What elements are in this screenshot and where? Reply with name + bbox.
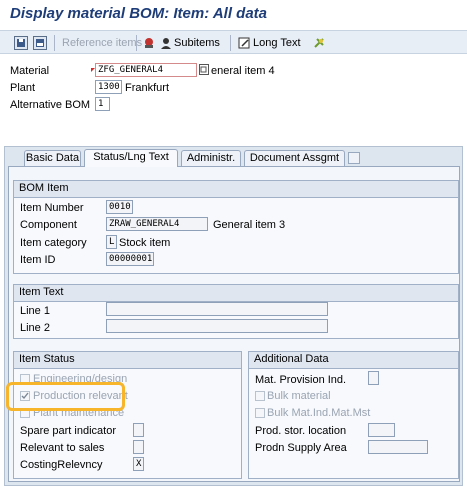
tab-administration[interactable]: Administr. bbox=[181, 150, 241, 166]
long-text-button[interactable]: Long Text bbox=[253, 37, 301, 49]
line1-label: Line 1 bbox=[20, 305, 50, 317]
subitems-icon[interactable] bbox=[160, 37, 172, 52]
bulk-material-label: Bulk material bbox=[267, 390, 331, 402]
material-label: Material bbox=[10, 65, 50, 77]
prodn-supply-area-label: Prodn Supply Area bbox=[255, 442, 347, 454]
plant-input[interactable]: 1300 bbox=[95, 80, 122, 94]
relevant-to-sales-label: Relevant to sales bbox=[20, 442, 105, 454]
relevant-to-sales-input[interactable] bbox=[133, 440, 144, 454]
costing-relevancy-label: CostingRelevncy bbox=[20, 459, 103, 471]
item-number-input[interactable]: 0010 bbox=[106, 200, 133, 214]
item-status-heading: Item Status bbox=[14, 352, 241, 369]
alternative-bom-input[interactable]: 1 bbox=[95, 97, 110, 111]
item-text-heading: Item Text bbox=[14, 285, 458, 302]
prodn-supply-area-input[interactable] bbox=[368, 440, 428, 454]
component-description: General item 3 bbox=[213, 219, 286, 231]
item-number-label: Item Number bbox=[20, 202, 84, 214]
line2-input[interactable] bbox=[106, 319, 328, 333]
reference-items-button[interactable]: Reference items bbox=[62, 37, 142, 49]
prod-storage-location-input[interactable] bbox=[368, 423, 395, 437]
tab-document-assignment[interactable]: Document Assgmt bbox=[244, 150, 345, 166]
mat-provision-input[interactable] bbox=[368, 371, 379, 385]
component-label: Component bbox=[20, 219, 77, 231]
settings-icon[interactable] bbox=[312, 36, 326, 53]
other-bom-icon[interactable] bbox=[33, 36, 47, 50]
item-category-label: Item category bbox=[20, 237, 87, 249]
highlight-box bbox=[6, 382, 125, 411]
subitems-button[interactable]: Subitems bbox=[174, 37, 220, 49]
alternative-bom-label: Alternative BOM bbox=[10, 99, 91, 111]
bom-icon[interactable] bbox=[142, 37, 156, 52]
mat-provision-label: Mat. Provision Ind. bbox=[255, 374, 347, 386]
bulk-mat-ind-checkbox[interactable] bbox=[255, 408, 265, 418]
plant-label: Plant bbox=[10, 82, 36, 94]
title-bar: Display material BOM: Item: All data bbox=[0, 0, 467, 30]
material-description: eneral item 4 bbox=[211, 65, 275, 77]
line2-label: Line 2 bbox=[20, 322, 50, 334]
plant-description: Frankfurt bbox=[125, 82, 170, 94]
tab-list-icon[interactable] bbox=[348, 152, 360, 167]
tab-status-long-text[interactable]: Status/Lng Text bbox=[84, 149, 178, 167]
material-input[interactable]: ZFG_GENERAL4 bbox=[95, 63, 197, 77]
line1-input[interactable] bbox=[106, 302, 328, 316]
matchcode-icon[interactable] bbox=[199, 64, 209, 78]
spare-part-label: Spare part indicator bbox=[20, 425, 116, 437]
save-icon[interactable] bbox=[14, 36, 28, 50]
tab-basic-data[interactable]: Basic Data bbox=[24, 150, 81, 166]
long-text-icon[interactable] bbox=[238, 37, 251, 52]
additional-data-heading: Additional Data bbox=[249, 352, 458, 369]
item-category-input[interactable]: L bbox=[106, 235, 117, 249]
page-title: Display material BOM: Item: All data bbox=[10, 5, 268, 22]
item-id-label: Item ID bbox=[20, 254, 56, 266]
spare-part-input[interactable] bbox=[133, 423, 144, 437]
bom-item-heading: BOM Item bbox=[14, 181, 458, 198]
bulk-mat-ind-label: Bulk Mat.Ind.Mat.Mst bbox=[267, 407, 371, 419]
prod-storage-location-label: Prod. stor. location bbox=[255, 425, 347, 437]
costing-relevancy-input[interactable]: X bbox=[133, 457, 144, 471]
application-toolbar: Reference items Subitems Long Text bbox=[0, 30, 467, 54]
item-id-input[interactable]: 00000001 bbox=[106, 252, 154, 266]
item-category-description: Stock item bbox=[119, 237, 171, 249]
bulk-material-checkbox[interactable] bbox=[255, 391, 265, 401]
component-input[interactable]: ZRAW_GENERAL4 bbox=[106, 217, 208, 231]
